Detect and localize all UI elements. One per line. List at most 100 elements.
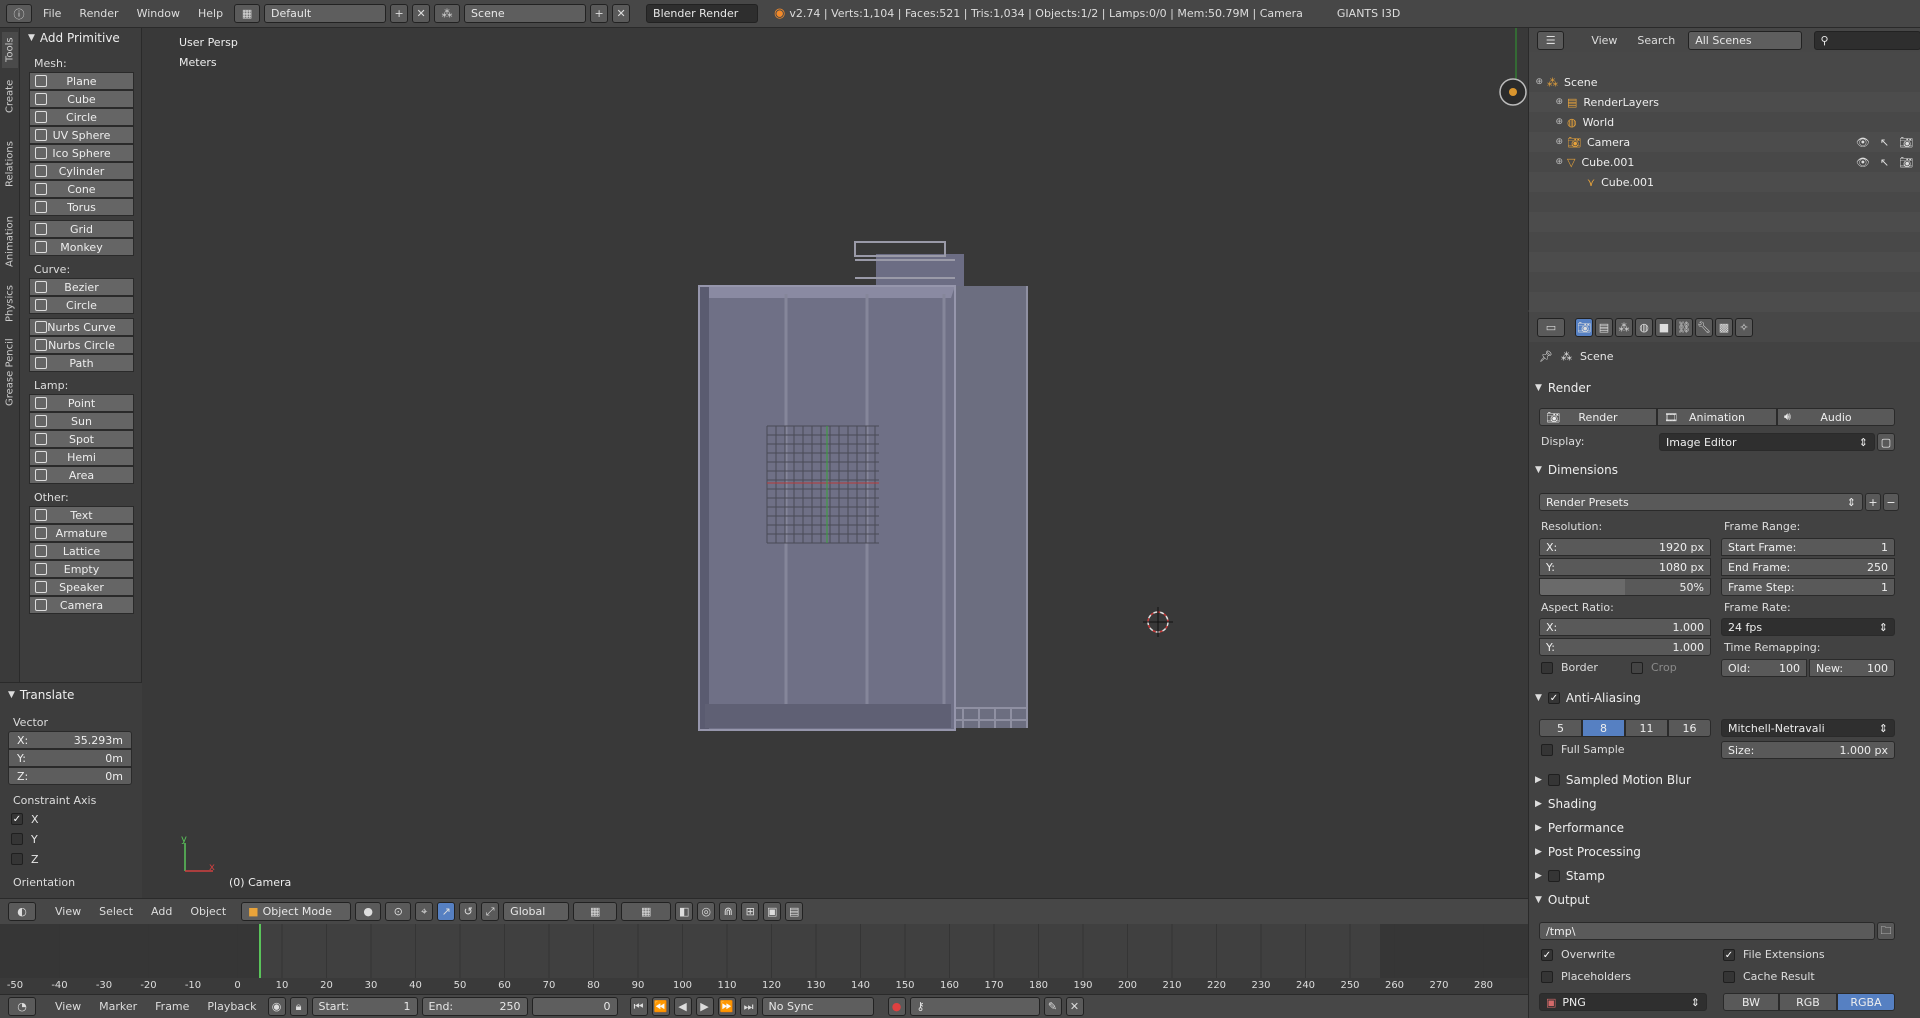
add-other-button[interactable]: Text [29,506,134,524]
add-curve-button[interactable]: Bezier [29,278,134,296]
pivot-point-icon[interactable]: ⊙ [385,902,412,921]
display-select[interactable]: Image Editor ⇕ [1659,433,1875,451]
selectability-icon[interactable]: ↖ [1880,136,1889,149]
outliner-world[interactable]: ⊕ ◍ World [1529,112,1920,132]
menu-help[interactable]: Help [191,7,230,20]
resolution-percent-slider[interactable]: 50% [1539,578,1711,596]
render-panel-header[interactable]: ▼ Render [1535,378,1913,398]
render-tab-icon[interactable]: 📷︎ [1575,317,1593,337]
menu-view[interactable]: View [48,905,88,918]
tl-menu-marker[interactable]: Marker [92,1000,144,1013]
checkbox[interactable] [1541,970,1553,983]
vector-x-field[interactable]: X: 35.293m [8,731,132,749]
expand-icon[interactable]: ⊕ [1529,77,1547,87]
anti-aliasing-panel-header[interactable]: ▼ ✓ Anti-Aliasing [1535,688,1913,708]
add-mesh-button[interactable]: Cone [29,180,134,198]
checkbox-checked[interactable]: ✓ [11,813,23,825]
constraint-y[interactable]: Y [0,829,142,849]
render-image-icon[interactable]: ▣ [763,902,782,921]
play-reverse-icon[interactable]: ◀ [673,997,692,1016]
color-rgba-button[interactable]: RGBA [1837,993,1895,1011]
filter-size-field[interactable]: Size: 1.000 px [1721,741,1895,759]
snap-element-icon[interactable]: ⊞ [741,902,760,921]
tab-relations[interactable]: Relations [2,124,18,204]
outliner-menu-view[interactable]: View [1584,34,1624,47]
lock-layers-icon[interactable]: ◧ [675,902,694,921]
play-icon[interactable]: ▶ [695,997,714,1016]
selectability-icon[interactable]: ↖ [1880,156,1889,169]
placeholders-checkbox[interactable]: Placeholders [1541,970,1631,983]
folder-icon[interactable]: 🗀︎ [1877,922,1895,940]
scale-manipulator-icon[interactable]: ⤢ [481,902,500,921]
layers-b-icon[interactable]: ▦ [621,902,672,921]
menu-select[interactable]: Select [92,905,140,918]
checkbox-checked[interactable]: ✓ [1723,948,1735,961]
pin-icon[interactable]: 📌︎ [1539,350,1553,363]
aa-sample-5[interactable]: 5 [1539,719,1582,737]
add-curve2-button[interactable]: Nurbs Curve [29,318,134,336]
display-mode-select[interactable]: All Scenes [1688,30,1802,50]
tab-tools[interactable]: Tools [2,32,18,68]
visibility-icon[interactable]: 👁︎ [1856,136,1870,149]
menu-render[interactable]: Render [72,7,125,20]
output-panel-header[interactable]: ▼ Output [1535,890,1913,910]
add-mesh-button[interactable]: Ico Sphere [29,144,134,162]
physics-tab-icon[interactable]: ✧ [1735,317,1753,337]
add-curve2-button[interactable]: Nurbs Circle [29,336,134,354]
color-rgb-button[interactable]: RGB [1779,993,1837,1011]
vector-y-field[interactable]: Y: 0m [8,749,132,767]
tl-menu-view[interactable]: View [48,1000,88,1013]
add-mesh2-button[interactable]: Grid [29,220,134,238]
tab-create[interactable]: Create [2,72,18,120]
screen-layout-field[interactable]: Default [264,4,387,23]
add-preset-icon[interactable]: + [1865,493,1881,511]
file-format-select[interactable]: ▣ PNG ⇕ [1539,993,1707,1011]
frame-step-field[interactable]: Frame Step: 1 [1721,578,1895,596]
overwrite-checkbox[interactable]: ✓ Overwrite [1541,948,1615,961]
tl-menu-playback[interactable]: Playback [200,1000,263,1013]
checkbox[interactable] [11,853,23,865]
add-mesh-button[interactable]: UV Sphere [29,126,134,144]
outliner-scene[interactable]: ⊕ ⁂ Scene [1529,72,1920,92]
outliner-menu-search[interactable]: Search [1630,34,1682,47]
editor-type-icon[interactable]: ◐ [8,902,36,921]
aspect-y-field[interactable]: Y: 1.000 [1539,638,1711,656]
output-path-input[interactable]: /tmp\ [1539,922,1875,940]
outliner-search-input[interactable]: ⚲ [1813,30,1920,50]
timeline[interactable]: -50 -40 -30 -20 -10 0 10 20 30 40 50 60 70 80 90 100 110… [0,924,1528,994]
anti-aliasing-checkbox[interactable]: ✓ [1547,692,1560,704]
cache-result-checkbox[interactable]: Cache Result [1723,970,1815,983]
tl-menu-frame[interactable]: Frame [148,1000,196,1013]
add-mesh-button[interactable]: Plane [29,72,134,90]
checkbox[interactable] [1541,743,1553,756]
checkbox[interactable] [1723,970,1735,983]
insert-keyframe-icon[interactable]: ✎ [1043,997,1062,1016]
end-frame-field[interactable]: End: 250 [421,997,528,1016]
scene-tab-icon[interactable]: ⁂ [1615,317,1633,337]
lock-icon[interactable]: 🔒︎ [289,997,308,1016]
info-editor-icon[interactable]: ⓘ [6,4,32,23]
rotate-manipulator-icon[interactable]: ↺ [459,902,478,921]
aspect-x-field[interactable]: X: 1.000 [1539,618,1711,636]
outliner-editor-icon[interactable]: ☰ [1537,30,1565,50]
dimensions-panel-header[interactable]: ▼ Dimensions [1535,460,1913,480]
remove-preset-icon[interactable]: − [1883,493,1899,511]
properties-editor-icon[interactable]: ▭ [1537,317,1565,337]
add-mesh-button[interactable]: Circle [29,108,134,126]
add-other-button[interactable]: Empty [29,560,134,578]
add-other-button[interactable]: Camera [29,596,134,614]
color-bw-button[interactable]: BW [1723,993,1779,1011]
animation-button[interactable]: 🎞︎ Animation [1657,408,1777,426]
aa-sample-11[interactable]: 11 [1625,719,1668,737]
translate-manipulator-icon[interactable]: ↗ [437,902,456,921]
layers-a-icon[interactable]: ▦ [573,902,618,921]
add-other-button[interactable]: Lattice [29,542,134,560]
shading-mode-icon[interactable]: ● [355,902,382,921]
checkbox[interactable] [11,833,23,845]
constraint-x[interactable]: ✓ X [0,809,142,829]
visibility-icon[interactable]: 👁︎ [1856,156,1870,169]
3d-viewport[interactable]: User Persp Meters (0) Camera y x [143,28,1528,898]
add-lamp-button[interactable]: Point [29,394,134,412]
add-scene-icon[interactable]: + [590,4,609,23]
render-anim-icon[interactable]: ▤ [785,902,804,921]
